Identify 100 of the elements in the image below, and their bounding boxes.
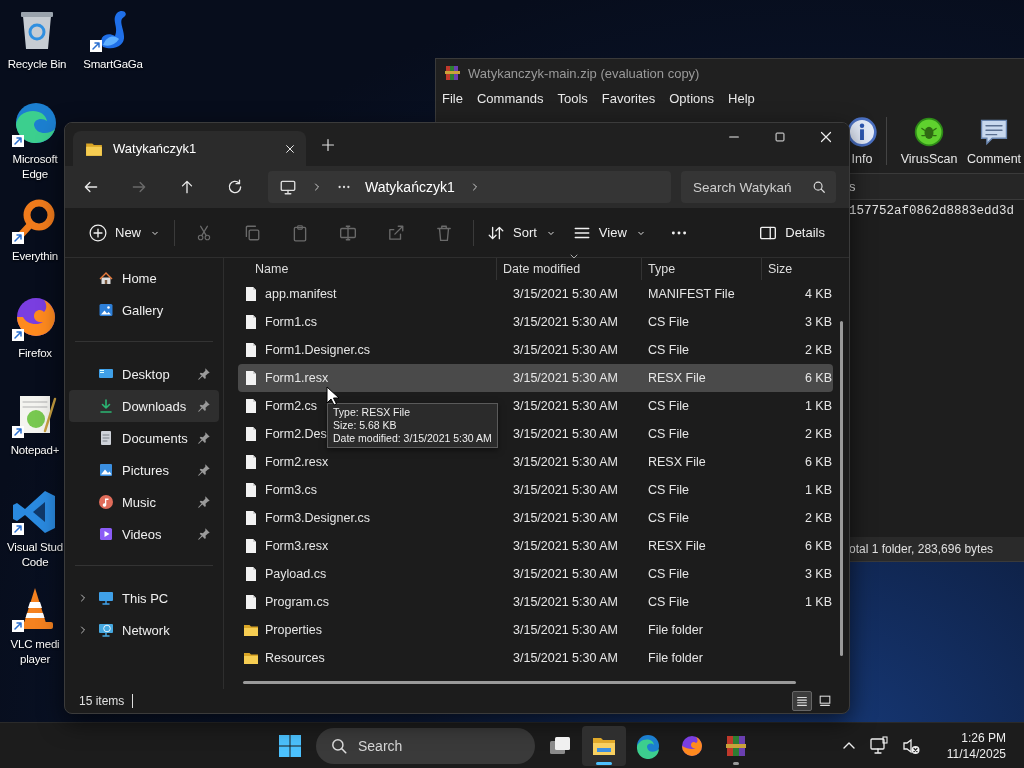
sidebar-item[interactable]: Gallery — [69, 294, 219, 326]
desktop-icon-label: Microsoft Edge — [12, 152, 58, 182]
sidebar-item[interactable]: Documents — [69, 422, 219, 454]
type-cell-text: CS File — [648, 483, 690, 497]
books-icon — [444, 64, 462, 82]
size-cell-text: 2 KB — [803, 343, 833, 357]
date-cell-text: 3/15/2021 5:30 AM — [513, 511, 619, 525]
address-bar[interactable]: Watykańczyk1 — [268, 171, 671, 203]
desktop-icon-label: SmartGaGa — [83, 57, 143, 72]
file-icon — [243, 538, 259, 554]
menu-item[interactable]: Tools — [557, 90, 588, 106]
computer-icon — [98, 590, 114, 606]
windows-logo-icon[interactable] — [278, 733, 302, 758]
new-tab-icon[interactable] — [320, 136, 336, 153]
file-name: Form1.Designer.cs — [265, 343, 370, 357]
menu-item[interactable]: Help — [728, 90, 755, 106]
date-cell-text: 3/15/2021 5:30 AM — [513, 539, 619, 553]
file-name: Form2.Desi — [265, 427, 330, 441]
search-box[interactable]: Search Watykań — [681, 171, 836, 203]
file-icon — [243, 398, 259, 414]
taskbar-search-box[interactable]: Search — [316, 727, 535, 764]
file-name: Form1.cs — [265, 315, 318, 329]
tiles-view-icon — [818, 694, 832, 708]
sidebar-item[interactable]: This PC — [69, 582, 219, 614]
details-button[interactable]: Details — [751, 215, 833, 250]
type-cell-text: File folder — [648, 623, 704, 637]
desktop-icon-label: VLC medi player — [10, 637, 60, 667]
toolbar-button[interactable]: Comment — [963, 116, 1024, 166]
pin-icon[interactable] — [197, 399, 211, 413]
column-header[interactable]: Size — [761, 258, 833, 280]
view-mode-button[interactable] — [792, 691, 812, 711]
type-cell-text: CS File — [648, 511, 690, 525]
menu-item[interactable]: Favorites — [601, 90, 656, 106]
view-button[interactable]: View — [564, 215, 655, 250]
file-icon — [243, 370, 259, 386]
file-name: Form3.cs — [265, 483, 318, 497]
sort-button[interactable]: Sort — [479, 215, 565, 250]
file-icon — [243, 566, 259, 582]
monitor-icon — [279, 178, 297, 196]
network-icon[interactable] — [868, 735, 889, 756]
desktop-icon-label: Visual Stud Code — [7, 540, 63, 570]
music-note-icon — [98, 494, 114, 510]
pin-icon[interactable] — [197, 463, 211, 477]
file-icon — [243, 286, 259, 302]
pin-icon[interactable] — [197, 431, 211, 445]
sidebar-item[interactable]: Network — [69, 614, 219, 646]
sidebar-item[interactable]: Desktop — [69, 358, 219, 390]
sidebar-item[interactable]: Videos — [69, 518, 219, 550]
sidebar-item[interactable]: Downloads — [69, 390, 219, 422]
status-text: otal 1 folder, 283,696 bytes — [849, 542, 994, 556]
taskbar-search-field[interactable]: Search — [358, 737, 535, 754]
sidebar-item[interactable]: Home — [69, 262, 219, 294]
sidebar-item[interactable]: Music — [69, 486, 219, 518]
file-row[interactable]: Form1.resx 3/15/2021 5:30 AM RESX File 6 KB — [238, 364, 833, 392]
download-icon — [98, 398, 114, 414]
date-cell-text: 3/15/2021 5:30 AM — [513, 651, 619, 665]
maximize-icon[interactable] — [773, 130, 787, 144]
file-name: Resources — [265, 651, 325, 665]
date-cell-text: 3/15/2021 5:30 AM — [513, 315, 619, 329]
column-header[interactable]: Name — [238, 258, 496, 280]
file-name: Form2.cs — [265, 399, 318, 413]
scrollbar[interactable] — [840, 321, 843, 656]
type-cell-text: RESX File — [648, 371, 707, 385]
refresh-icon[interactable] — [226, 178, 244, 196]
close-icon[interactable] — [818, 129, 834, 145]
date-cell-text: 3/15/2021 5:30 AM — [513, 623, 619, 637]
taskbar-app[interactable] — [582, 725, 626, 766]
close-tab-icon[interactable] — [284, 142, 296, 155]
pin-icon[interactable] — [197, 527, 211, 541]
size-cell-text: 6 KB — [803, 455, 833, 469]
swirl-icon[interactable] — [11, 100, 59, 148]
scrollbar[interactable] — [243, 681, 796, 684]
file-name: Form1.resx — [265, 371, 329, 385]
size-cell-text: 4 KB — [803, 287, 833, 301]
file-name: Form3.resx — [265, 539, 329, 553]
search-field[interactable]: Search Watykań — [693, 179, 812, 195]
column-header[interactable]: Date modified — [496, 258, 641, 280]
column-header[interactable]: Type — [641, 258, 761, 280]
date-cell-text: 3/15/2021 5:30 AM — [513, 343, 619, 357]
pin-icon[interactable] — [197, 495, 211, 509]
pin-icon[interactable] — [197, 367, 211, 381]
clock[interactable]: 1:26 PM 11/14/2025 — [946, 729, 1006, 762]
menu-item[interactable]: File — [442, 90, 463, 106]
new-button[interactable]: New — [81, 215, 169, 250]
video-icon — [98, 526, 114, 542]
house-icon — [98, 270, 114, 286]
date-cell-text: 3/15/2021 5:30 AM — [513, 483, 619, 497]
toolbar-button[interactable]: VirusScan — [895, 116, 963, 166]
tab[interactable]: Watykańczyk1 — [73, 131, 306, 166]
picture-icon — [98, 462, 114, 478]
menu-item[interactable]: Options — [669, 90, 715, 106]
document-icon — [98, 430, 114, 446]
menu-item[interactable]: Commands — [476, 90, 544, 106]
size-cell-text: 1 KB — [803, 595, 833, 609]
sidebar-item[interactable]: Pictures — [69, 454, 219, 486]
type-cell-text: CS File — [648, 567, 690, 581]
bug-icon — [913, 116, 945, 148]
type-cell-text: RESX File — [648, 455, 707, 469]
file-icon — [243, 510, 259, 526]
list-cell: 157752af0862d8883edd3d — [849, 204, 1015, 218]
